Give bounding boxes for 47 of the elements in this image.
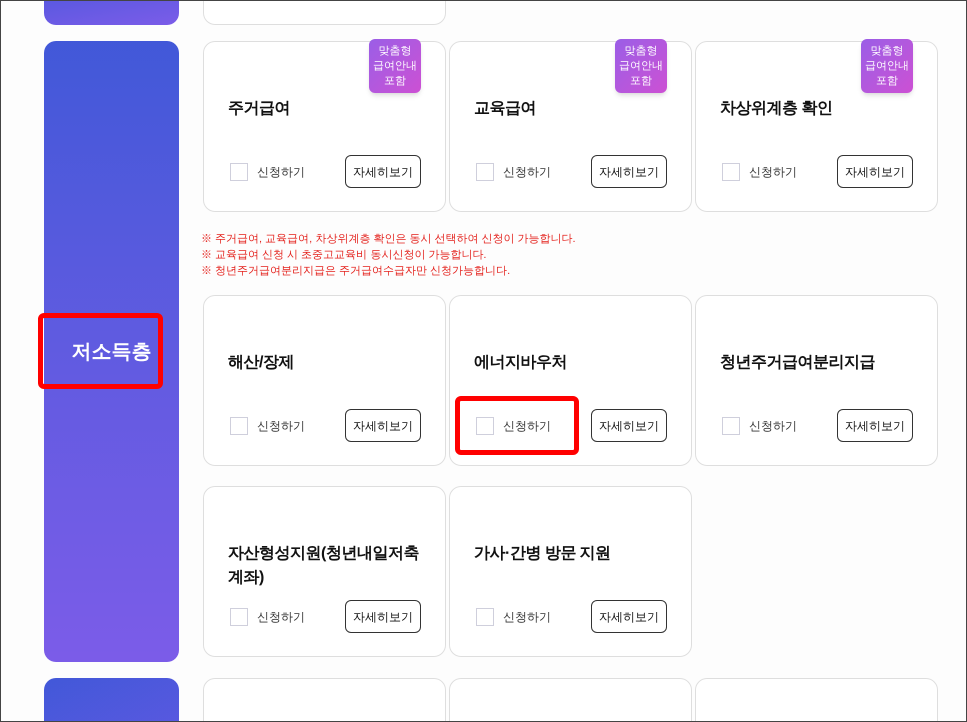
card-title: 해산/장제 bbox=[228, 353, 295, 373]
checkbox-row[interactable]: 신청하기 bbox=[209, 142, 333, 201]
checkbox-label: 신청하기 bbox=[257, 164, 305, 180]
details-button[interactable]: 자세히보기 bbox=[345, 155, 421, 188]
checkbox-row[interactable]: 신청하기 bbox=[701, 142, 825, 201]
card-title: 에너지바우처 bbox=[474, 353, 568, 373]
details-button[interactable]: 자세히보기 bbox=[345, 409, 421, 442]
card-title: 청년주거급여분리지급 bbox=[720, 353, 876, 373]
checkbox-row[interactable]: 신청하기 bbox=[209, 396, 333, 455]
checkbox-label: 신청하기 bbox=[503, 418, 551, 434]
notice-text: ※ 청년주거급여분리지급은 주거급여수급자만 신청가능합니다. bbox=[201, 264, 512, 279]
card-title: 자산형성지원(청년내일저축 계좌) bbox=[228, 544, 420, 588]
notice-text: ※ 주거급여, 교육급여, 차상위계층 확인은 동시 선택하여 신청이 가능합니다. bbox=[201, 232, 577, 247]
checkbox-label: 신청하기 bbox=[503, 164, 551, 180]
card-title: 주거급여 bbox=[228, 99, 291, 119]
details-button[interactable]: 자세히보기 bbox=[837, 409, 913, 442]
checkbox-row[interactable]: 신청하기 bbox=[455, 587, 579, 646]
details-button[interactable]: 자세히보기 bbox=[591, 409, 667, 442]
checkbox-row[interactable]: 신청하기 bbox=[455, 142, 579, 201]
details-button[interactable]: 자세히보기 bbox=[837, 155, 913, 188]
card-title: 가사·간병 방문 지원 bbox=[474, 544, 612, 564]
notice-text: ※ 교육급여 신청 시 초중고교육비 동시신청이 가능합니다. bbox=[201, 248, 488, 263]
checkbox[interactable] bbox=[230, 416, 248, 434]
card-title: 교육급여 bbox=[474, 99, 537, 119]
checkbox-label: 신청하기 bbox=[257, 608, 305, 626]
badge: 맞춤형 급여안내 포함 bbox=[369, 39, 421, 93]
details-button[interactable]: 자세히보기 bbox=[345, 600, 421, 633]
checkbox-label: 신청하기 bbox=[257, 418, 305, 434]
checkbox[interactable] bbox=[722, 162, 740, 180]
category-label: 저소득층 bbox=[72, 340, 152, 364]
badge: 맞춤형 급여안내 포함 bbox=[861, 39, 913, 93]
checkbox[interactable] bbox=[476, 162, 494, 180]
card-title: 차상위계층 확인 bbox=[720, 99, 834, 119]
checkbox[interactable] bbox=[722, 416, 740, 434]
checkbox-row[interactable]: 신청하기 bbox=[701, 396, 825, 455]
checkbox[interactable] bbox=[476, 608, 494, 626]
checkbox[interactable] bbox=[230, 162, 248, 180]
details-button[interactable]: 자세히보기 bbox=[591, 155, 667, 188]
badge: 맞춤형 급여안내 포함 bbox=[615, 39, 667, 93]
checkbox[interactable] bbox=[230, 608, 248, 626]
checkbox-label: 신청하기 bbox=[749, 164, 797, 180]
checkbox-label: 신청하기 bbox=[503, 608, 551, 626]
checkbox-row[interactable]: 신청하기 bbox=[209, 587, 333, 646]
checkbox-row[interactable]: 신청하기 bbox=[455, 396, 579, 455]
checkbox-label: 신청하기 bbox=[749, 418, 797, 434]
checkbox[interactable] bbox=[476, 416, 494, 434]
details-button[interactable]: 자세히보기 bbox=[591, 600, 667, 633]
